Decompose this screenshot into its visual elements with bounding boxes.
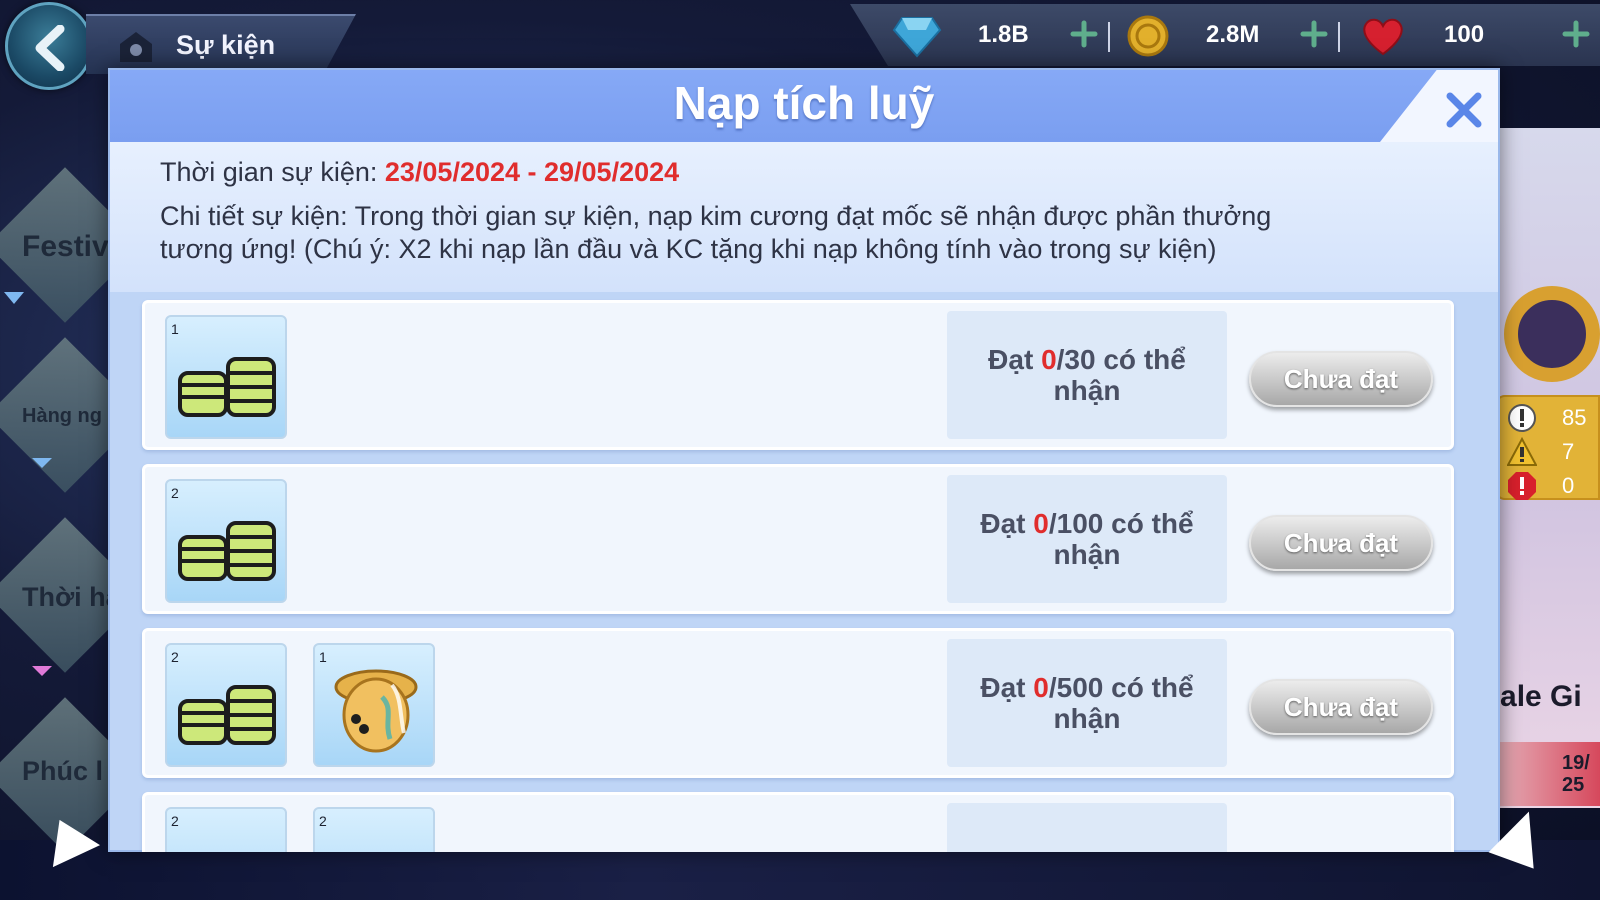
heart-value: 100 bbox=[1444, 21, 1485, 48]
gold-value: 2.8M bbox=[1206, 21, 1260, 48]
currency-bar: 1.8B 2.8M 100 bbox=[850, 4, 1600, 66]
coin-stack-icon bbox=[178, 521, 276, 581]
side-tab-limited[interactable]: Thời ha bbox=[22, 582, 121, 613]
progress-box: Đạt 0/500 có thể nhận bbox=[947, 639, 1227, 767]
side-tab-festival[interactable]: Festiv bbox=[22, 230, 109, 264]
event-time-line: Thời gian sự kiện: 23/05/2024 - 29/05/20… bbox=[160, 157, 680, 187]
reward-row: 1 Đạt 0/30 có thể nhận Chưa đạt bbox=[142, 300, 1454, 450]
back-arrow-icon bbox=[35, 25, 65, 71]
dialog-header: Nạp tích luỹ bbox=[110, 70, 1498, 142]
diamond-value: 1.8B bbox=[978, 21, 1029, 48]
accumulated-topup-dialog: Nạp tích luỹ Thời gian sự kiện: 23/05/20… bbox=[108, 68, 1500, 852]
status-info-row: 85 bbox=[1507, 403, 1597, 433]
warning-icon bbox=[1507, 437, 1537, 466]
arrow-down-icon bbox=[32, 666, 52, 676]
reward-item-card[interactable]: 1 bbox=[165, 315, 287, 439]
diamond-icon bbox=[892, 17, 942, 58]
heart-icon bbox=[1363, 18, 1403, 56]
progress-box bbox=[947, 803, 1227, 852]
reward-item-card[interactable]: 2 bbox=[165, 807, 287, 852]
info-icon bbox=[1508, 404, 1536, 432]
claim-button[interactable]: Chưa đạt bbox=[1249, 515, 1433, 571]
reward-item-card[interactable]: 2 bbox=[165, 643, 287, 767]
status-panel[interactable]: 85 7 0 bbox=[1495, 395, 1600, 500]
reward-list[interactable]: 1 Đạt 0/30 có thể nhận Chưa đạt 2 Đạt 0/… bbox=[110, 292, 1498, 852]
add-gold-button[interactable] bbox=[1300, 20, 1328, 48]
coin-stack-icon bbox=[178, 357, 276, 417]
coin-stack-icon bbox=[178, 685, 276, 745]
event-info-box: Thời gian sự kiện: 23/05/2024 - 29/05/20… bbox=[110, 142, 1498, 292]
home-icon bbox=[120, 32, 152, 62]
arrow-down-icon bbox=[4, 292, 24, 304]
reward-item-card[interactable]: 1 bbox=[313, 643, 435, 767]
reward-row: 2 1 Đạt 0/500 có thể nhận Chưa đạt bbox=[142, 628, 1454, 778]
side-tab-welfare[interactable]: Phúc l bbox=[22, 756, 103, 787]
status-error-row: 0 bbox=[1507, 471, 1597, 501]
divider bbox=[1108, 22, 1110, 52]
progress-box: Đạt 0/100 có thể nhận bbox=[947, 475, 1227, 603]
event-detail-line-1: Chi tiết sự kiện: Trong thời gian sự kiệ… bbox=[160, 201, 1272, 231]
arrow-down-icon bbox=[32, 458, 52, 468]
side-tab-daily[interactable]: Hàng ng bbox=[22, 405, 102, 428]
status-warning-row: 7 bbox=[1507, 437, 1597, 467]
claim-button[interactable]: Chưa đạt bbox=[1249, 679, 1433, 735]
straw-hat-icon bbox=[334, 669, 418, 753]
reward-item-card[interactable]: 2 bbox=[165, 479, 287, 603]
sale-date: 19/ 25 bbox=[1562, 752, 1590, 796]
tab-label: Sự kiện bbox=[176, 30, 276, 60]
add-heart-button[interactable] bbox=[1562, 20, 1590, 48]
dialog-title: Nạp tích luỹ bbox=[673, 77, 935, 129]
back-button[interactable] bbox=[5, 2, 93, 90]
reward-item-card[interactable]: 2 bbox=[313, 807, 435, 852]
add-diamond-button[interactable] bbox=[1070, 20, 1098, 48]
ring-icon bbox=[1504, 286, 1600, 382]
event-detail-line-2: tương ứng! (Chú ý: X2 khi nạp lần đầu và… bbox=[160, 234, 1217, 264]
gold-coin-icon bbox=[1127, 15, 1169, 57]
event-tab-banner: Sự kiện bbox=[86, 14, 356, 74]
error-icon bbox=[1508, 472, 1536, 500]
progress-box: Đạt 0/30 có thể nhận bbox=[947, 311, 1227, 439]
divider bbox=[1338, 22, 1340, 52]
reward-row: 2 2 bbox=[142, 792, 1454, 852]
close-button[interactable] bbox=[1442, 88, 1486, 132]
event-time-range: 23/05/2024 - 29/05/2024 bbox=[384, 157, 680, 187]
reward-row: 2 Đạt 0/100 có thể nhận Chưa đạt bbox=[142, 464, 1454, 614]
claim-button[interactable]: Chưa đạt bbox=[1249, 351, 1433, 407]
